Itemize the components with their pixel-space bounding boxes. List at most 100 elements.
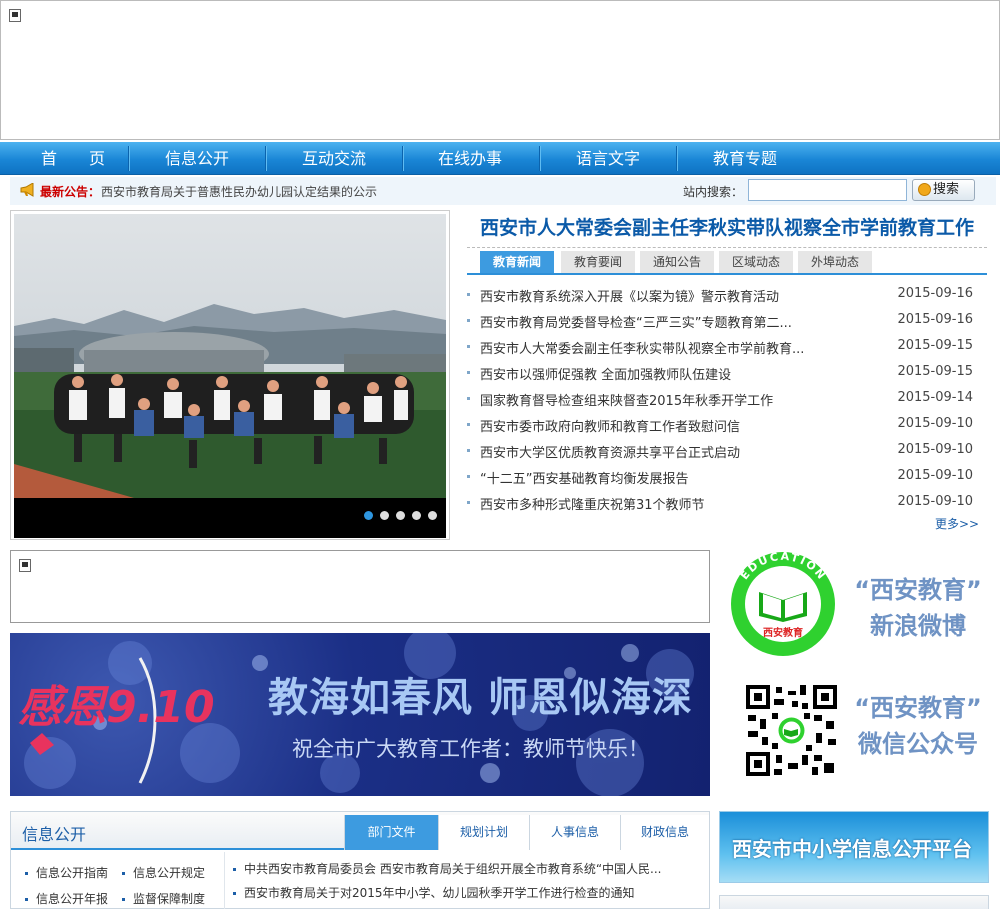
- tab-edu-news[interactable]: 教育新闻: [480, 251, 554, 273]
- search-button[interactable]: 搜索: [912, 179, 975, 201]
- bullet: [467, 345, 470, 348]
- broken-image-icon: [19, 559, 31, 572]
- news-item[interactable]: “十二五”西安基础教育均衡发展报告 2015-09-10: [467, 467, 987, 487]
- news-date: 2015-09-15: [897, 364, 973, 379]
- notice-link[interactable]: 西安市教育局关于普惠性民办幼儿园认定结果的公示: [101, 183, 377, 200]
- bullet: [467, 293, 470, 296]
- news-title[interactable]: 国家教育督导检查组来陕督查2015年秋季开学工作: [480, 390, 773, 409]
- divider: [224, 852, 225, 909]
- bullet: [467, 423, 470, 426]
- link-info-annual-report[interactable]: 信息公开年报: [25, 890, 108, 907]
- bullet: [467, 449, 470, 452]
- bullet: [467, 501, 470, 504]
- info-public-panel: 信息公开 部门文件 规划计划 人事信息 财政信息 信息公开指南 信息公开规定 信…: [10, 811, 710, 909]
- tab-personnel[interactable]: 人事信息: [529, 815, 620, 850]
- bullet: [467, 319, 470, 322]
- notice-label: 最新公告：: [40, 185, 101, 199]
- news-date: 2015-09-10: [897, 416, 973, 431]
- info-public-header: 信息公开 部门文件 规划计划 人事信息 财政信息: [11, 812, 709, 850]
- xian-education-logo[interactable]: EDUCATION 西安教育: [729, 550, 837, 658]
- teacher-day-banner[interactable]: 感恩9.10 教海如春风 师恩似海深 祝全市广大教育工作者：教师节快乐！: [10, 633, 710, 796]
- bullet: [467, 397, 470, 400]
- slide-dot-1[interactable]: [364, 511, 373, 520]
- bullet: [122, 872, 125, 875]
- bullet: [122, 898, 125, 901]
- photo-slideshow[interactable]: [10, 210, 450, 540]
- news-title[interactable]: 西安市以强师促强教 全面加强教师队伍建设: [480, 364, 731, 383]
- tab-notices[interactable]: 通知公告: [640, 251, 714, 273]
- tab-dept-docs[interactable]: 部门文件: [344, 815, 438, 850]
- tab-external[interactable]: 外埠动态: [798, 251, 872, 273]
- news-title[interactable]: 西安市多种形式隆重庆祝第31个教师节: [480, 494, 705, 513]
- next-section-header: [719, 895, 989, 909]
- wechat-qr-code: [744, 683, 839, 778]
- news-title[interactable]: 西安市人大常委会副主任李秋实带队视察全市学前教育...: [480, 338, 804, 357]
- search-button-label: 搜索: [933, 182, 960, 197]
- news-date: 2015-09-10: [897, 494, 973, 509]
- news-item[interactable]: 西安市教育局党委督导检查“三严三实”专题教育第二... 2015-09-16: [467, 311, 987, 331]
- main-nav: 首 页 信息公开 互动交流 在线办事 语言文字 教育专题: [0, 142, 1000, 175]
- news-title[interactable]: “十二五”西安基础教育均衡发展报告: [480, 468, 688, 487]
- news-item[interactable]: 西安市多种形式隆重庆祝第31个教师节 2015-09-10: [467, 493, 987, 513]
- mid-banner-image: [10, 550, 710, 623]
- more-news-link[interactable]: 更多>>: [935, 515, 979, 532]
- slideshow-control-bar: [14, 498, 446, 538]
- teacher-day-greeting: 祝全市广大教育工作者：教师节快乐！: [292, 737, 649, 761]
- link-info-rules[interactable]: 信息公开规定: [122, 864, 205, 881]
- bullet: [467, 371, 470, 374]
- link-label: 监督保障制度: [133, 892, 206, 906]
- tab-planning[interactable]: 规划计划: [438, 815, 529, 850]
- wechat-line2: 微信公众号: [858, 730, 978, 758]
- teacher-day-logo: 感恩9.10: [18, 682, 215, 733]
- nav-item-info-public[interactable]: 信息公开: [130, 142, 264, 175]
- news-item[interactable]: 西安市委市政府向教师和教育工作者致慰问信 2015-09-10: [467, 415, 987, 435]
- notice-bar: 最新公告： 西安市教育局关于普惠性民办幼儿园认定结果的公示 站内搜索： 搜索: [10, 177, 996, 205]
- slide-dot-3[interactable]: [396, 511, 405, 520]
- teacher-day-slogan: 教海如春风 师恩似海深: [268, 675, 693, 721]
- nav-item-home[interactable]: 首 页: [8, 142, 138, 175]
- news-date: 2015-09-15: [897, 338, 973, 353]
- search-label: 站内搜索：: [683, 185, 744, 199]
- bullet: [467, 475, 470, 478]
- news-item[interactable]: 西安市大学区优质教育资源共享平台正式启动 2015-09-10: [467, 441, 987, 461]
- news-title[interactable]: 西安市大学区优质教育资源共享平台正式启动: [480, 442, 740, 461]
- slideshow-photo[interactable]: [14, 214, 446, 498]
- slide-dot-2[interactable]: [380, 511, 389, 520]
- news-item[interactable]: 西安市教育系统深入开展《以案为镜》警示教育活动 2015-09-16: [467, 285, 987, 305]
- tab-regional[interactable]: 区域动态: [719, 251, 793, 273]
- doc-link[interactable]: 中共西安市教育局委员会 西安市教育局关于组织开展全市教育系统“中国人民...: [233, 860, 661, 877]
- news-item[interactable]: 西安市人大常委会副主任李秋实带队视察全市学前教育... 2015-09-15: [467, 337, 987, 357]
- wechat-line1: “西安教育”: [854, 694, 982, 722]
- slide-dot-4[interactable]: [412, 511, 421, 520]
- doc-link[interactable]: 西安市教育局关于对2015年中小学、幼儿园秋季开学工作进行检查的通知: [233, 884, 635, 901]
- slide-dot-5[interactable]: [428, 511, 437, 520]
- news-item[interactable]: 国家教育督导检查组来陕督查2015年秋季开学工作 2015-09-14: [467, 389, 987, 409]
- news-title[interactable]: 西安市委市政府向教师和教育工作者致慰问信: [480, 416, 740, 435]
- headline-news[interactable]: 西安市人大常委会副主任李秋实带队视察全市学前教育工作: [467, 213, 987, 248]
- weibo-line1: “西安教育”: [854, 576, 982, 604]
- tab-finance[interactable]: 财政信息: [620, 815, 709, 850]
- news-title[interactable]: 西安市教育系统深入开展《以案为镜》警示教育活动: [480, 286, 779, 305]
- tab-edu-highlights[interactable]: 教育要闻: [561, 251, 635, 273]
- nav-item-online-service[interactable]: 在线办事: [403, 142, 537, 175]
- news-item[interactable]: 西安市以强师促强教 全面加强教师队伍建设 2015-09-15: [467, 363, 987, 383]
- bullet: [25, 898, 28, 901]
- broken-image-icon: [9, 9, 21, 22]
- nav-item-interaction[interactable]: 互动交流: [266, 142, 402, 175]
- search-input[interactable]: [748, 179, 907, 201]
- bullet: [25, 872, 28, 875]
- wechat-promo[interactable]: “西安教育” 微信公众号: [848, 690, 988, 762]
- megaphone-icon: [20, 183, 34, 197]
- nav-item-language[interactable]: 语言文字: [540, 142, 676, 175]
- link-info-guide[interactable]: 信息公开指南: [25, 864, 108, 881]
- info-platform-banner[interactable]: 西安市中小学信息公开平台: [719, 811, 989, 883]
- link-supervision[interactable]: 监督保障制度: [122, 890, 205, 907]
- news-date: 2015-09-16: [897, 312, 973, 327]
- weibo-promo[interactable]: “西安教育” 新浪微博: [848, 572, 988, 644]
- news-title[interactable]: 西安市教育局党委督导检查“三严三实”专题教育第二...: [480, 312, 792, 331]
- nav-item-edu-topics[interactable]: 教育专题: [677, 142, 813, 175]
- logo-label: 西安教育: [763, 626, 803, 639]
- info-public-title: 信息公开: [22, 825, 87, 844]
- doc-title: 西安市教育局关于对2015年中小学、幼儿园秋季开学工作进行检查的通知: [244, 886, 635, 900]
- doc-title: 中共西安市教育局委员会 西安市教育局关于组织开展全市教育系统“中国人民...: [244, 862, 662, 876]
